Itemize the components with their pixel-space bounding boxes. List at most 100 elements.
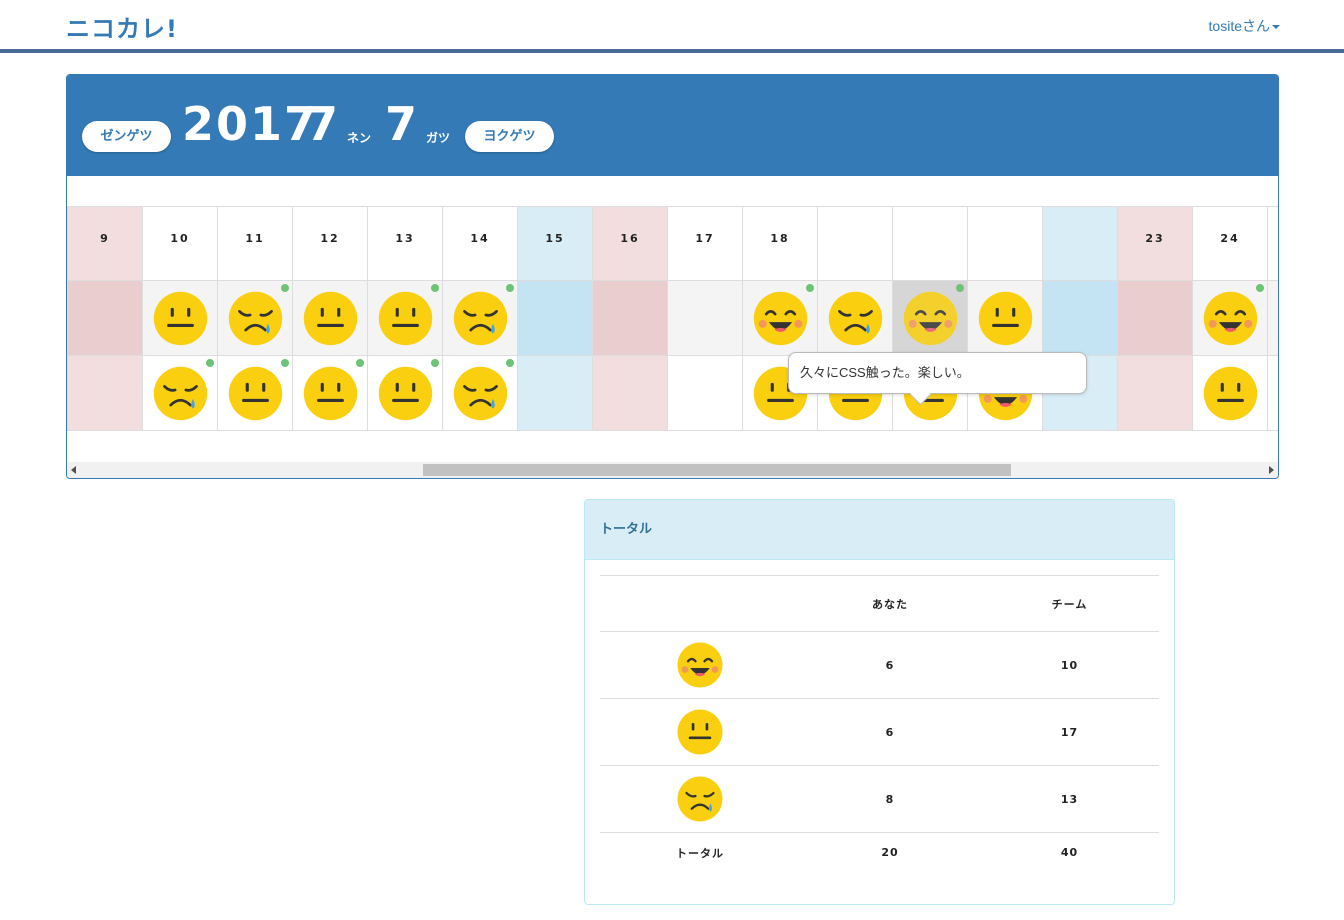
mood-cell[interactable] [892,281,967,356]
neutral-face-icon [1202,365,1259,422]
total-you: 20 [881,846,899,859]
day-column: 16 [592,206,667,431]
mood-cell[interactable] [517,356,592,431]
navbar: ニコカレ! tositeさん [0,0,1344,53]
mood-cell[interactable] [1042,281,1117,356]
day-header-cell [967,206,1042,281]
day-header-cell: 17 [667,206,742,281]
comment-dot-icon [281,359,289,367]
scroll-left-icon[interactable] [71,466,76,474]
comment-dot-icon [356,359,364,367]
table-total-row: トータル 20 40 [600,832,1159,872]
total-team: 40 [1060,846,1079,859]
day-column [1042,206,1117,431]
count-team: 10 [1060,658,1079,672]
mood-cell[interactable] [1117,281,1192,356]
mood-cell[interactable] [592,281,667,356]
total-panel: トータル あなた チーム 6 10 6 17 8 13 トータル 20 40 [584,499,1175,905]
mood-cell[interactable] [667,356,742,431]
sad-face-icon [152,365,209,422]
day-column: 9 [67,206,142,431]
mood-cell[interactable] [817,281,892,356]
count-team: 13 [1060,792,1079,806]
day-header-cell: 18 [742,206,817,281]
user-name: tositeさん [1208,18,1270,34]
day-header-cell [1267,206,1278,281]
mood-cell[interactable] [142,356,217,431]
scrollbar-thumb[interactable] [423,464,1011,476]
scroll-right-icon[interactable] [1269,466,1274,474]
sad-face-icon [827,290,884,347]
comment-dot-icon [431,284,439,292]
total-label: トータル [676,846,724,860]
day-header-cell: 14 [442,206,517,281]
table-row: 6 10 [600,631,1159,698]
comment-dot-icon [206,359,214,367]
calendar-panel: ゼンゲツ 2017 7 ネン 7 ガツ ヨクゲツ 9 10 11 12 13 14 15 16… [66,74,1279,479]
mood-cell[interactable] [367,281,442,356]
year-number: 2017 [182,97,319,151]
header-cell-you: あなた [872,597,908,611]
next-month-button[interactable]: ヨクゲツ [465,121,554,152]
total-table: あなた チーム 6 10 6 17 8 13 トータル 20 40 [600,575,1159,872]
mood-cell[interactable] [667,281,742,356]
happy-face-icon [902,290,959,347]
sad-face-icon [676,775,724,823]
mood-cell[interactable] [1267,356,1278,431]
calendar-header: ゼンゲツ 2017 7 ネン 7 ガツ ヨクゲツ [67,75,1278,176]
mood-cell[interactable] [742,281,817,356]
mood-cell[interactable] [967,281,1042,356]
neutral-face-icon [377,290,434,347]
sad-face-icon [227,290,284,347]
comment-dot-icon [506,284,514,292]
day-column [967,206,1042,431]
sad-face-icon [452,365,509,422]
comment-tooltip: 久々にCSS触った。楽しい。 [788,352,1087,394]
mood-cell[interactable] [592,356,667,431]
mood-cell[interactable] [1267,281,1278,356]
happy-face-icon [1277,290,1278,347]
brand-logo[interactable]: ニコカレ! [66,9,178,44]
mood-cell[interactable] [292,356,367,431]
mood-cell[interactable] [217,356,292,431]
mood-cell[interactable] [1117,356,1192,431]
table-row: 6 17 [600,698,1159,765]
day-header-cell: 23 [1117,206,1192,281]
prev-month-button[interactable]: ゼンゲツ [82,121,171,152]
happy-face-icon [676,641,724,689]
mood-cell[interactable] [67,356,142,431]
horizontal-scrollbar[interactable] [67,462,1278,478]
day-header-cell [892,206,967,281]
caret-down-icon [1272,25,1280,29]
count-you: 6 [885,725,895,739]
mood-cell[interactable] [142,281,217,356]
mood-cell[interactable] [1192,356,1267,431]
mood-cell[interactable] [367,356,442,431]
day-header-cell: 11 [217,206,292,281]
month-number-display: 7 [385,97,420,151]
day-column: 24 [1192,206,1267,431]
year-suffix: ネン [347,131,372,145]
day-column: 14 [442,206,517,431]
day-header-cell: 15 [517,206,592,281]
day-column: 23 [1117,206,1192,431]
day-header-cell: 16 [592,206,667,281]
header-cell-mood [600,576,800,631]
mood-cell[interactable] [442,356,517,431]
mood-cell[interactable] [217,281,292,356]
mood-cell[interactable] [292,281,367,356]
mood-cell[interactable] [67,281,142,356]
day-header-cell: 24 [1192,206,1267,281]
neutral-face-icon [1277,365,1278,422]
mood-cell[interactable] [517,281,592,356]
month-suffix: ガツ [426,131,451,145]
neutral-face-icon [302,290,359,347]
day-column [1267,206,1278,431]
mood-cell[interactable] [442,281,517,356]
day-column: 17 [667,206,742,431]
user-menu-dropdown[interactable]: tositeさん [1209,16,1280,36]
comment-dot-icon [281,284,289,292]
mood-cell[interactable] [1192,281,1267,356]
neutral-face-icon [152,290,209,347]
count-team: 17 [1060,725,1079,739]
